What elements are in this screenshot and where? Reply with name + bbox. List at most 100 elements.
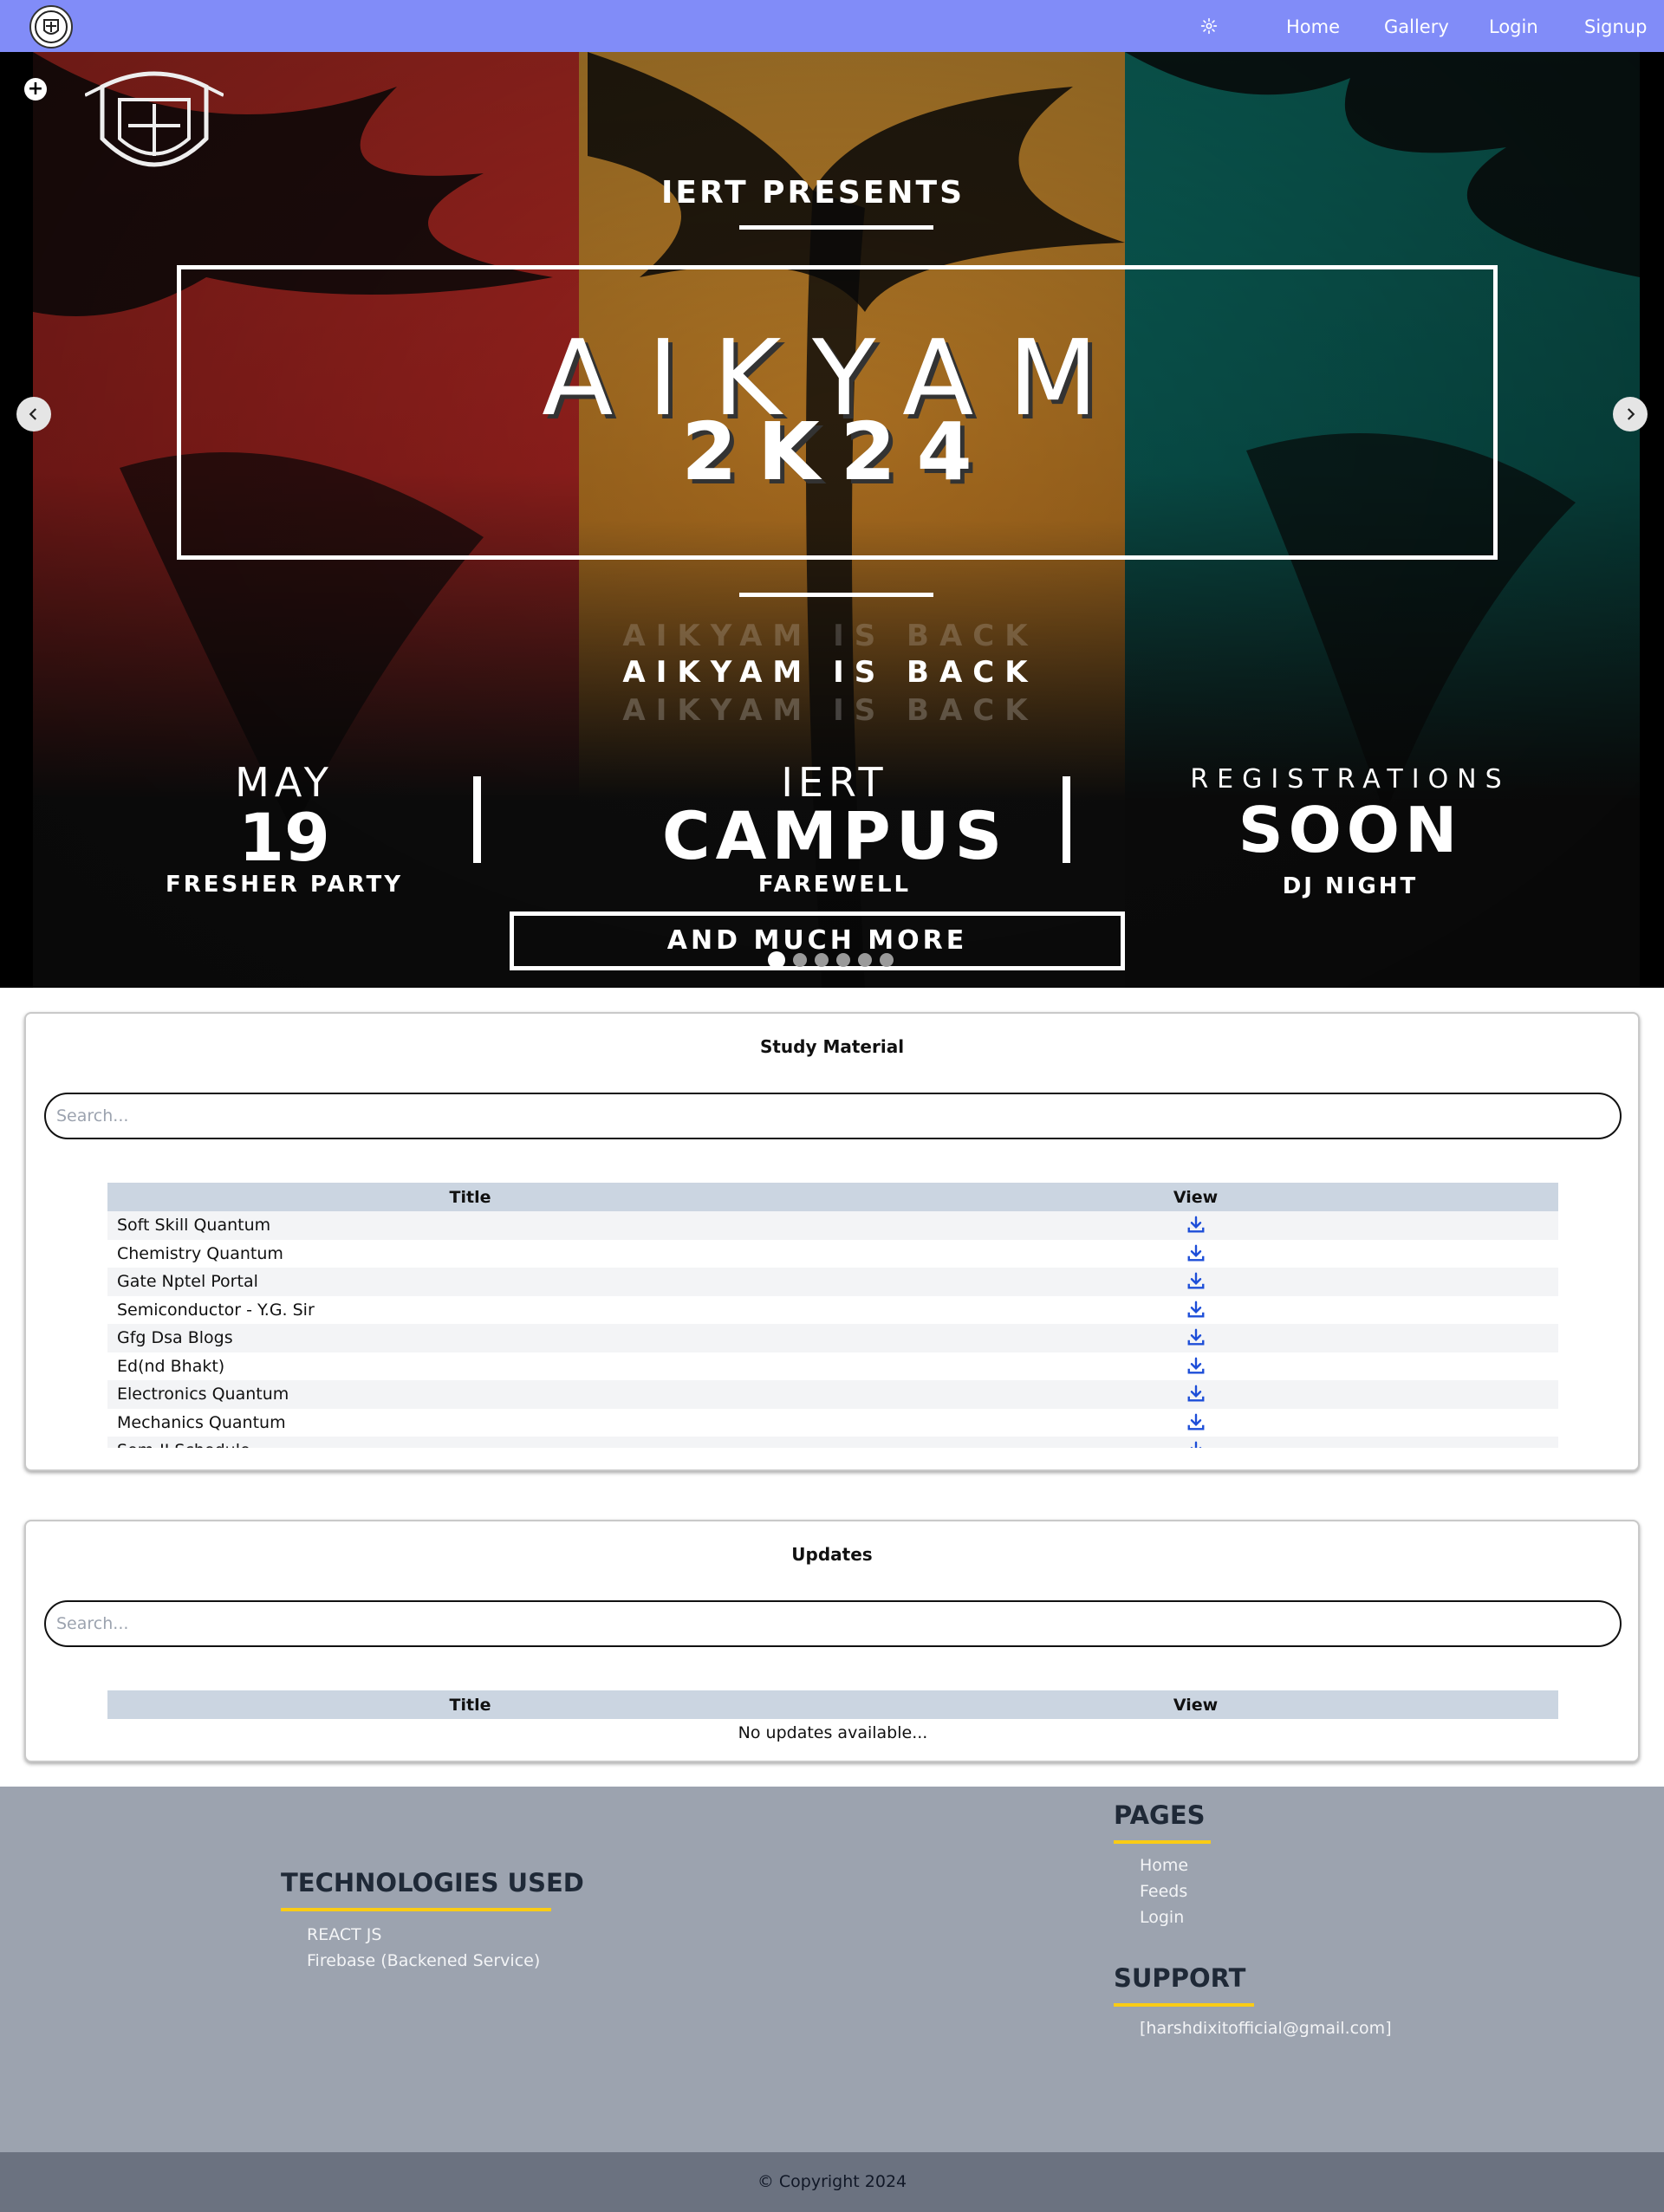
- download-icon[interactable]: [1186, 1328, 1206, 1347]
- row-view-cell: [833, 1244, 1558, 1263]
- column-header-title: Title: [449, 1695, 491, 1715]
- carousel-prev-button[interactable]: [16, 397, 51, 431]
- carousel-dot-2[interactable]: [793, 953, 807, 967]
- carousel-next-button[interactable]: [1613, 397, 1648, 431]
- poster-tagline: AIKYAM IS BACK: [622, 655, 1038, 690]
- updates-title: Updates: [791, 1544, 873, 1565]
- carousel-dot-4[interactable]: [836, 953, 850, 967]
- row-view-cell: [833, 1301, 1558, 1320]
- empty-message: No updates available...: [738, 1723, 928, 1742]
- study-material-table: Title View Soft Skill Quantum Chemistry Q…: [107, 1183, 1558, 1448]
- table-row: Ed(nd Bhakt): [107, 1352, 1558, 1380]
- download-icon[interactable]: [1186, 1385, 1206, 1404]
- table-row: Gate Nptel Portal: [107, 1268, 1558, 1296]
- pages-heading: PAGES: [1114, 1800, 1206, 1830]
- footer-link-home[interactable]: Home: [1140, 1856, 1188, 1875]
- table-header: Title View: [107, 1183, 1558, 1211]
- copyright-bar: © Copyright 2024: [0, 2152, 1664, 2212]
- row-view-cell: [833, 1385, 1558, 1404]
- row-title: Soft Skill Quantum: [117, 1216, 271, 1236]
- plus-circle-icon[interactable]: +: [24, 78, 47, 101]
- crest-icon: [35, 10, 68, 43]
- study-material-search-input[interactable]: [44, 1093, 1622, 1139]
- table-header: Title View: [107, 1690, 1558, 1719]
- row-title: Gate Nptel Portal: [117, 1272, 258, 1292]
- download-icon[interactable]: [1186, 1413, 1206, 1432]
- technologies-heading: TECHNOLOGIES USED: [281, 1868, 584, 1897]
- row-title: Gfg Dsa Blogs: [117, 1328, 233, 1348]
- row-title: Electronics Quantum: [117, 1385, 289, 1404]
- footer-link-login[interactable]: Login: [1140, 1908, 1184, 1927]
- table-row: Electronics Quantum: [107, 1380, 1558, 1409]
- carousel-slide: IERT PRESENTS AIKYAM 2K24 AIKYAM IS BACK…: [33, 52, 1640, 988]
- technologies-underline: [281, 1908, 551, 1911]
- chevron-right-icon: [1627, 408, 1635, 420]
- site-logo[interactable]: [29, 5, 73, 49]
- column-header-title: Title: [449, 1187, 491, 1207]
- chevron-left-icon: [29, 408, 37, 420]
- poster-col3-big: SOON: [1238, 794, 1463, 866]
- poster-col3-top: REGISTRATIONS: [1190, 764, 1511, 795]
- poster-rule-top: [739, 225, 933, 230]
- updates-table: Title View No updates available...: [107, 1690, 1558, 1748]
- download-icon[interactable]: [1186, 1357, 1206, 1376]
- nav-signup-link[interactable]: Signup: [1584, 16, 1647, 38]
- download-icon[interactable]: [1186, 1301, 1206, 1320]
- poster-presents: IERT PRESENTS: [660, 175, 965, 211]
- support-heading: SUPPORT: [1114, 1963, 1246, 1993]
- study-material-card: Study Material Title View Soft Skill Qua…: [24, 1012, 1640, 1471]
- hero-carousel: IERT PRESENTS AIKYAM 2K24 AIKYAM IS BACK…: [0, 52, 1664, 988]
- navbar: Home Gallery Login Signup: [0, 0, 1664, 52]
- carousel-dot-5[interactable]: [858, 953, 872, 967]
- row-title: Semiconductor - Y.G. Sir: [117, 1300, 315, 1320]
- poster-tagline-ghost-top: AIKYAM IS BACK: [622, 619, 1038, 653]
- nav-login-link[interactable]: Login: [1489, 16, 1538, 38]
- column-header-view: View: [1173, 1187, 1219, 1207]
- poster-col1-bottom: FRESHER PARTY: [165, 872, 404, 898]
- row-title: Mechanics Quantum: [117, 1412, 286, 1432]
- download-icon[interactable]: [1186, 1272, 1206, 1291]
- carousel-dot-3[interactable]: [815, 953, 829, 967]
- table-row: Sem-II Schedule: [107, 1437, 1558, 1448]
- technology-item: Firebase (Backened Service): [307, 1951, 541, 1970]
- column-header-view: View: [1173, 1695, 1219, 1715]
- table-row: Mechanics Quantum: [107, 1408, 1558, 1437]
- poster-divider-left: [473, 776, 481, 863]
- table-row: Chemistry Quantum: [107, 1239, 1558, 1268]
- table-row: Soft Skill Quantum: [107, 1211, 1558, 1240]
- poster-col2-bottom: FAREWELL: [757, 872, 912, 898]
- row-view-cell: [833, 1272, 1558, 1291]
- row-title: Sem-II Schedule: [107, 1441, 833, 1448]
- download-icon[interactable]: [1186, 1244, 1206, 1263]
- poster-col1-big: 19: [238, 799, 330, 876]
- poster-title-line2: 2K24: [681, 405, 993, 498]
- pages-underline: [1114, 1840, 1211, 1844]
- study-material-title: Study Material: [759, 1036, 905, 1057]
- row-title: Chemistry Quantum: [117, 1243, 283, 1263]
- technology-item: REACT JS: [307, 1925, 382, 1944]
- carousel-dot-6[interactable]: [880, 953, 894, 967]
- table-row: Gfg Dsa Blogs: [107, 1324, 1558, 1352]
- nav-home-link[interactable]: Home: [1286, 16, 1340, 38]
- support-underline: [1114, 2003, 1254, 2007]
- nav-gallery-link[interactable]: Gallery: [1384, 16, 1449, 38]
- footer-link-feeds[interactable]: Feeds: [1140, 1882, 1187, 1901]
- poster-col3-bottom: DJ NIGHT: [1282, 873, 1419, 899]
- row-view-cell: [833, 1413, 1558, 1432]
- carousel-dot-1[interactable]: [768, 951, 785, 969]
- updates-search-input[interactable]: [44, 1600, 1622, 1647]
- poster-divider-right: [1063, 776, 1070, 863]
- row-view-cell: [833, 1216, 1558, 1235]
- footer: TECHNOLOGIES USED REACT JS Firebase (Bac…: [0, 1787, 1664, 2152]
- poster-tagline-ghost-bottom: AIKYAM IS BACK: [622, 693, 1038, 728]
- download-icon[interactable]: [1186, 1441, 1206, 1448]
- table-row: Semiconductor - Y.G. Sir: [107, 1295, 1558, 1324]
- row-title: Ed(nd Bhakt): [117, 1356, 225, 1376]
- row-view-cell: [833, 1328, 1558, 1347]
- support-email-link[interactable]: [harshdixitofficial@gmail.com]: [1140, 2019, 1392, 2038]
- copyright-text: © Copyright 2024: [757, 2172, 907, 2191]
- download-icon[interactable]: [1186, 1216, 1206, 1235]
- row-view-cell: [833, 1441, 1558, 1448]
- gear-icon[interactable]: [1198, 15, 1220, 37]
- carousel-indicators: [768, 951, 894, 969]
